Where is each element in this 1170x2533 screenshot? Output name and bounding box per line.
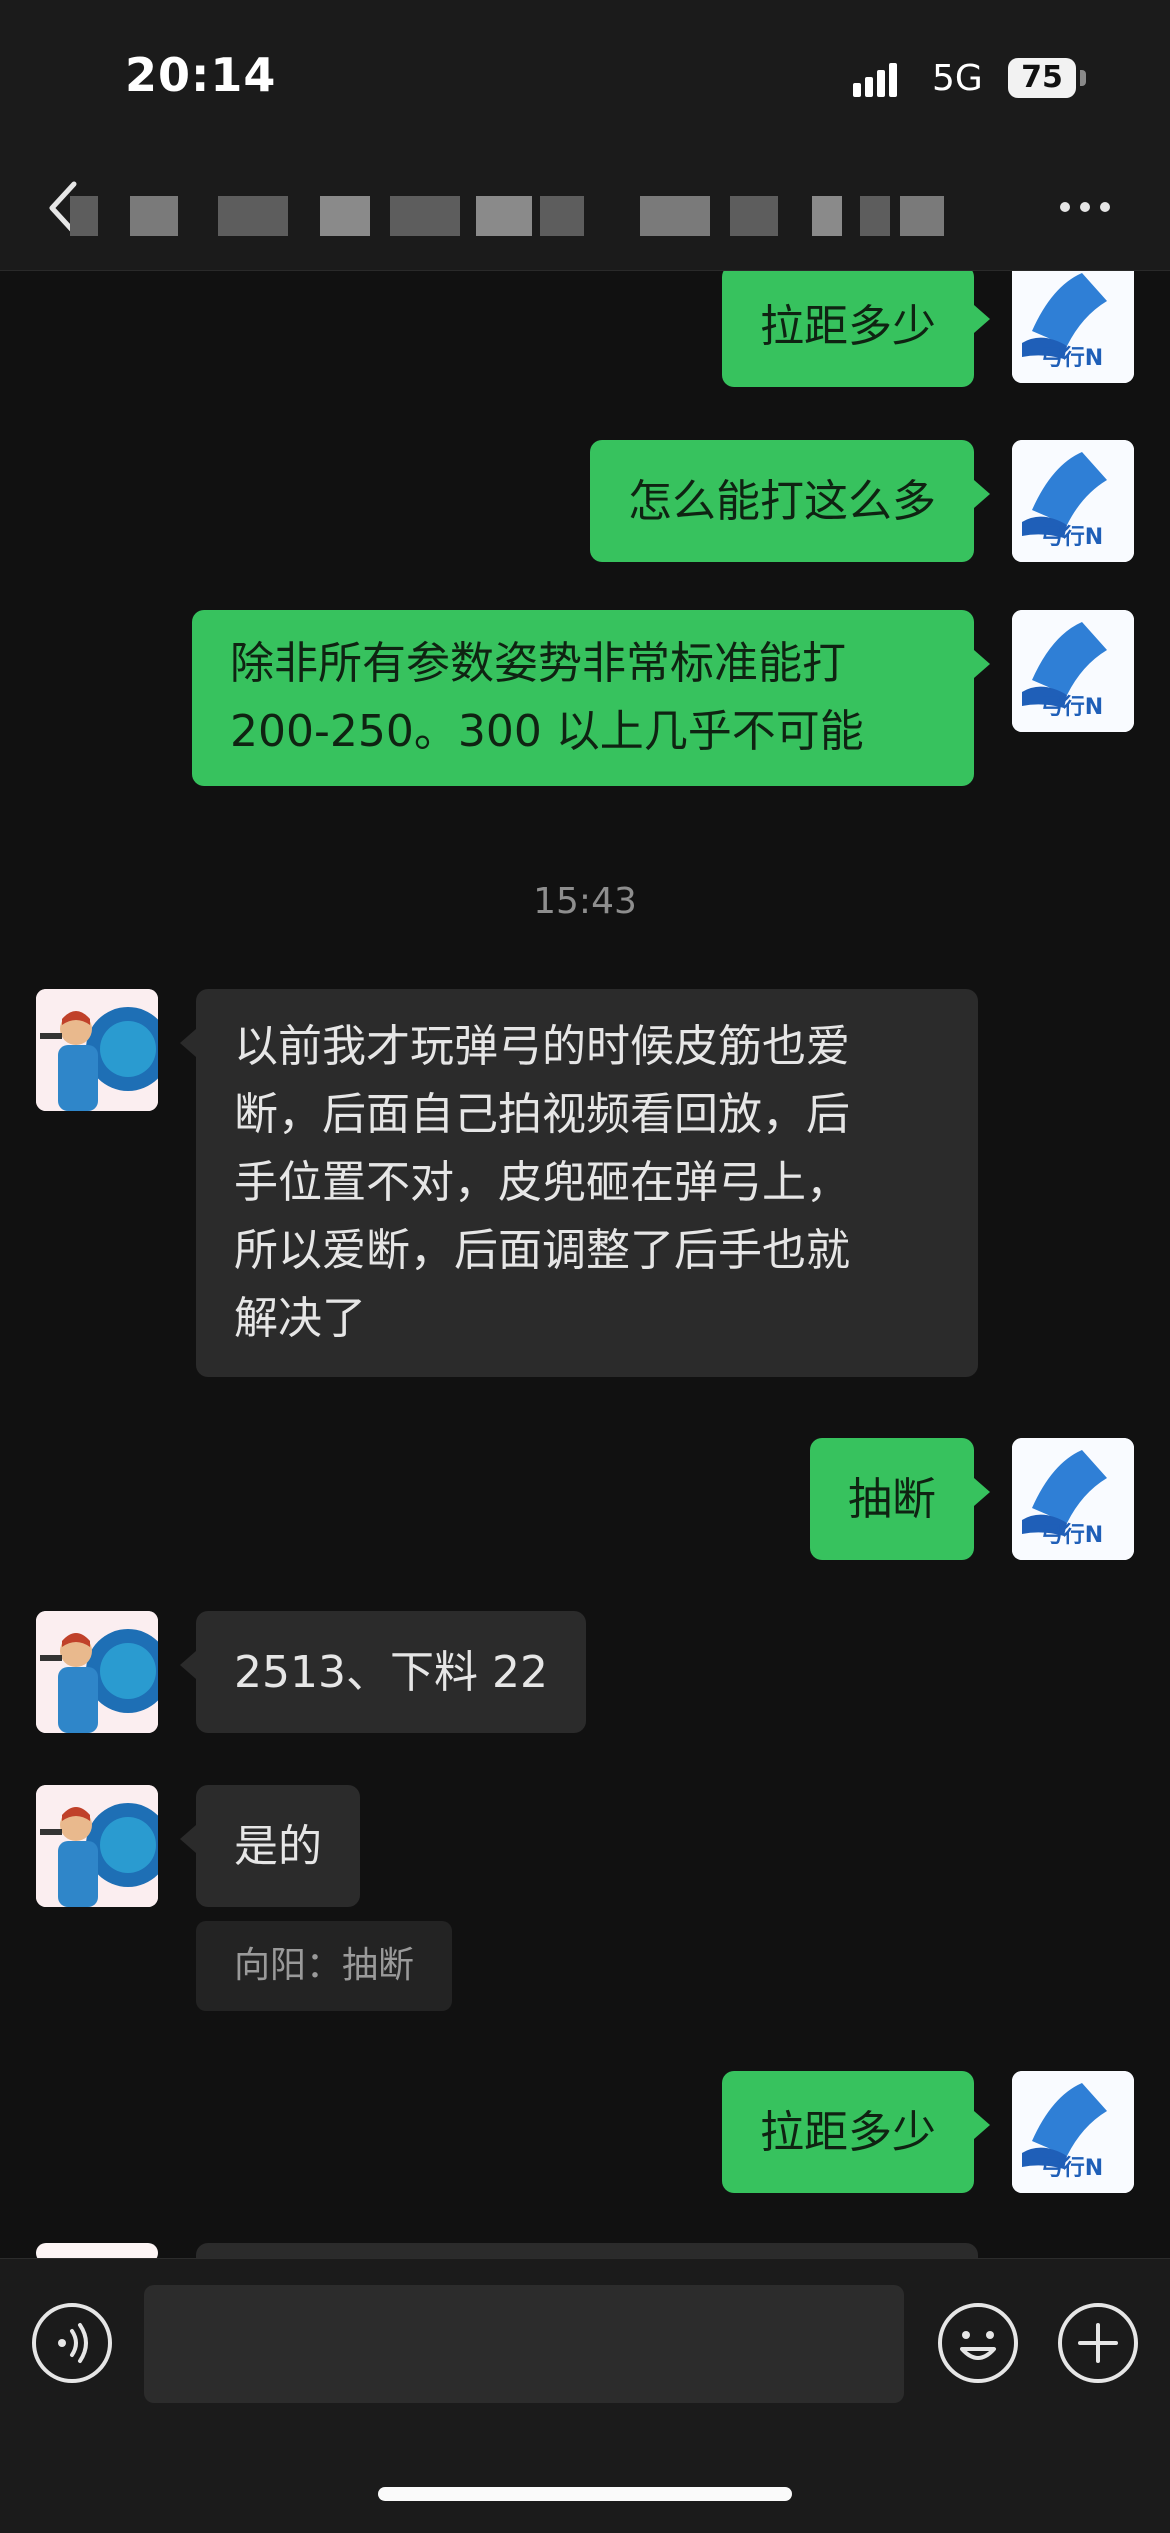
message-row: 拉距多少 弓行N <box>0 271 1170 393</box>
brand-logo-icon: 弓行N <box>1012 610 1134 732</box>
status-bar: 20:14 5G 75 <box>0 0 1170 150</box>
message-row: 2513、下料 22 <box>0 1611 1170 1733</box>
input-bar <box>0 2258 1170 2533</box>
brand-logo-icon: 弓行N <box>1012 2071 1134 2193</box>
brand-logo-icon: 弓行N <box>1012 271 1134 383</box>
message-bubble[interactable]: 2513、下料 22 <box>180 1611 586 1733</box>
chat-header <box>0 150 1170 271</box>
message-line: 以前我才玩弹弓的时候皮筋也爱 <box>234 1021 850 1072</box>
message-row: 是的 向阳：抽断 <box>0 1785 1170 2025</box>
avatar[interactable] <box>36 1611 158 1733</box>
avatar[interactable] <box>36 1785 158 1907</box>
message-line: 所以爱断，后面调整了后手也就 <box>234 1225 850 1276</box>
message-bubble[interactable]: 怎么能打这么多 <box>590 440 990 562</box>
avatar[interactable]: 弓行N <box>1012 2071 1134 2193</box>
message-line: 解决了 <box>234 1293 366 1344</box>
message-bubble-partial[interactable] <box>196 2243 978 2258</box>
network-type: 5G <box>932 58 983 99</box>
message-line: 手位置不对，皮兜砸在弹弓上， <box>234 1157 850 1208</box>
logo-text: 弓行N <box>1041 2155 1103 2181</box>
logo-text: 弓行N <box>1041 1522 1103 1548</box>
message-line: 200-250。300 以上几乎不可能 <box>230 706 864 757</box>
brand-logo-icon: 弓行N <box>1012 1438 1134 1560</box>
signal-icon <box>853 63 897 97</box>
message-bubble[interactable]: 是的 <box>180 1785 360 1907</box>
emoji-icon[interactable] <box>936 2301 1020 2385</box>
avatar[interactable] <box>36 2243 158 2258</box>
message-text: 拉距多少 <box>760 301 936 352</box>
avatar-portrait-icon <box>36 989 158 1111</box>
home-indicator[interactable] <box>378 2487 792 2501</box>
avatar[interactable]: 弓行N <box>1012 1438 1134 1560</box>
message-row: 抽断 弓行N <box>0 1438 1170 1560</box>
message-input[interactable] <box>144 2285 904 2403</box>
avatar[interactable]: 弓行N <box>1012 271 1134 383</box>
avatar-portrait-icon <box>36 1611 158 1733</box>
message-bubble[interactable]: 以前我才玩弹弓的时候皮筋也爱 断，后面自己拍视频看回放，后 手位置不对，皮兜砸在… <box>180 989 978 1377</box>
message-row: 怎么能打这么多 弓行N <box>0 440 1170 562</box>
message-row: 除非所有参数姿势非常标准能打 200-250。300 以上几乎不可能 弓行N <box>0 610 1170 802</box>
message-text: 2513、下料 22 <box>234 1647 548 1698</box>
quoted-reply[interactable]: 向阳：抽断 <box>196 1921 453 2011</box>
message-row-partial <box>0 2243 1170 2258</box>
logo-text: 弓行N <box>1041 345 1103 371</box>
more-horizontal-icon[interactable] <box>1058 200 1112 214</box>
brand-logo-icon: 弓行N <box>1012 440 1134 562</box>
message-text: 拉距多少 <box>760 2107 936 2158</box>
message-bubble[interactable]: 拉距多少 <box>722 271 990 387</box>
avatar[interactable] <box>36 989 158 1111</box>
logo-text: 弓行N <box>1041 694 1103 720</box>
voice-icon[interactable] <box>30 2301 114 2385</box>
message-text: 怎么能打这么多 <box>628 476 936 527</box>
avatar[interactable]: 弓行N <box>1012 440 1134 562</box>
message-line: 除非所有参数姿势非常标准能打 <box>230 638 846 689</box>
battery-cap <box>1080 70 1086 86</box>
message-bubble[interactable]: 除非所有参数姿势非常标准能打 200-250。300 以上几乎不可能 <box>192 610 990 786</box>
message-bubble[interactable]: 抽断 <box>810 1438 990 1560</box>
logo-text: 弓行N <box>1041 524 1103 550</box>
battery-indicator: 75 <box>1008 58 1076 98</box>
message-bubble[interactable]: 拉距多少 <box>722 2071 990 2193</box>
avatar[interactable]: 弓行N <box>1012 610 1134 732</box>
message-text: 是的 <box>234 1821 322 1872</box>
avatar-portrait-icon <box>36 1785 158 1907</box>
message-row: 以前我才玩弹弓的时候皮筋也爱 断，后面自己拍视频看回放，后 手位置不对，皮兜砸在… <box>0 989 1170 1389</box>
timestamp: 15:43 <box>533 881 637 922</box>
message-line: 断，后面自己拍视频看回放，后 <box>234 1089 850 1140</box>
message-text: 抽断 <box>848 1474 936 1525</box>
plus-icon[interactable] <box>1056 2301 1140 2385</box>
status-time: 20:14 <box>125 48 277 102</box>
chat-messages[interactable]: 拉距多少 弓行N 怎么能打这么多 弓行N 除非所有参数姿势非常标准能打 200-… <box>0 271 1170 2258</box>
message-row: 拉距多少 弓行N <box>0 2071 1170 2193</box>
